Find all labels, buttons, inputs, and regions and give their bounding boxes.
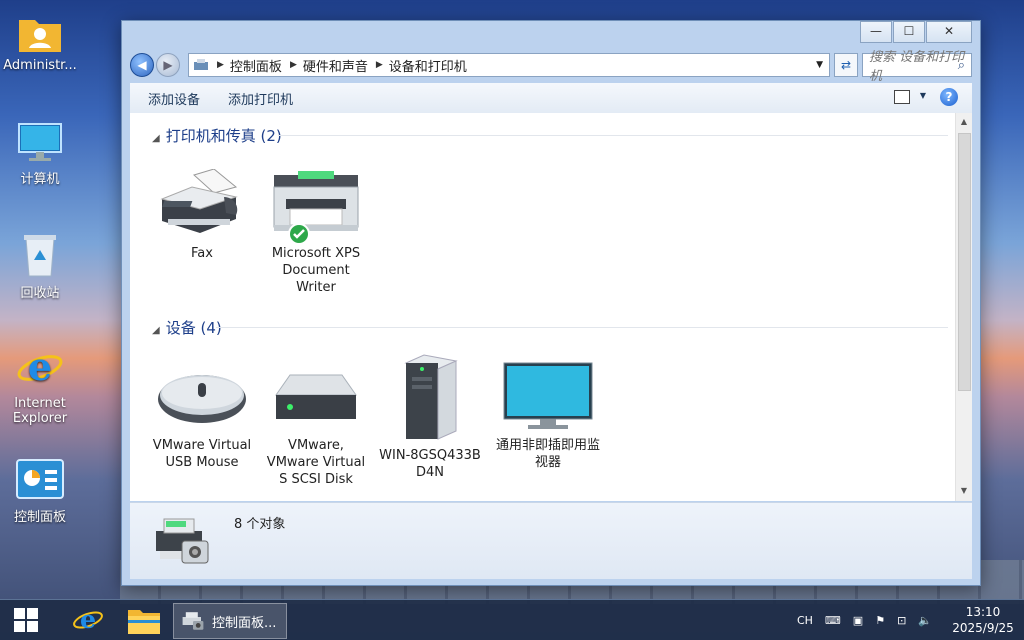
devices-printers-window: — ☐ ✕ ◀ ▶ ▶ 控制面板 ▶ 硬件和声音 ▶ 设备和打印机 ▼ ⇄ 搜索… [121, 20, 981, 586]
refresh-button[interactable]: ⇄ [834, 53, 858, 77]
breadcrumb-separator-icon: ▶ [375, 60, 383, 70]
network-icon[interactable]: ⊡ [897, 614, 906, 627]
control-panel-icon [16, 459, 64, 499]
scroll-down-icon[interactable]: ▼ [956, 486, 972, 495]
control-panel-small-icon [194, 59, 208, 70]
desktop-icon-computer[interactable]: 计算机 [0, 122, 80, 187]
devices-printers-small-icon [182, 612, 204, 630]
printer-icon [273, 171, 359, 231]
caption-buttons: — ☐ ✕ [859, 21, 972, 43]
action-center-flag-icon[interactable]: ⚑ [875, 614, 885, 627]
group-divider [278, 135, 948, 136]
windows-logo-icon [14, 608, 38, 632]
recycle-bin-icon [24, 235, 56, 277]
internet-explorer-icon: e [17, 344, 63, 389]
address-dropdown-icon[interactable]: ▼ [816, 60, 823, 70]
add-device-button[interactable]: 添加设备 [148, 89, 200, 108]
clock-time: 13:10 [965, 605, 1001, 619]
device-item-label: VMware Virtual USB Mouse [152, 438, 252, 470]
device-item-scsi-disk[interactable]: VMware, VMware Virtual S SCSI Disk [264, 361, 368, 488]
breadcrumb-separator-icon: ▶ [289, 60, 297, 70]
address-bar[interactable]: ▶ 控制面板 ▶ 硬件和声音 ▶ 设备和打印机 ▼ [188, 53, 830, 77]
group-divider [216, 327, 948, 328]
tower-computer-icon [404, 354, 458, 440]
group-header-printers[interactable]: ◢ 打印机和传真 (2) [152, 125, 282, 146]
default-check-icon [288, 223, 310, 245]
taskbar-ie-button[interactable]: e [62, 600, 114, 640]
group-title: 设备 (4) [165, 319, 222, 337]
add-printer-button[interactable]: 添加打印机 [228, 89, 293, 108]
breadcrumb-hardware-sound[interactable]: 硬件和声音 [303, 56, 368, 75]
keyboard-icon[interactable]: ⌨ [825, 614, 841, 627]
start-button[interactable] [0, 600, 52, 640]
vertical-scrollbar[interactable]: ▲ ▼ [955, 113, 972, 501]
device-item-label: 通用非即插即用监视器 [496, 438, 601, 470]
forward-button[interactable]: ▶ [156, 53, 180, 77]
taskbar-explorer-button[interactable] [118, 600, 170, 640]
taskbar-task-control-panel[interactable]: 控制面板... [173, 603, 287, 639]
language-indicator[interactable]: CH [797, 614, 813, 627]
system-tray: CH ⌨ ▣ ⚑ ⊡ 🔈 13:10 2025/9/25 [791, 600, 1024, 640]
vmware-tools-icon[interactable]: ▣ [853, 614, 863, 627]
internet-explorer-icon: e [73, 604, 103, 634]
object-count: 8 个对象 [234, 517, 286, 532]
collapse-chevron-icon[interactable]: ◢ [152, 133, 160, 144]
device-item-xps-writer[interactable]: Microsoft XPS Document Writer [264, 169, 368, 296]
scroll-up-icon[interactable]: ▲ [956, 117, 972, 126]
devices-content-pane: ◢ 打印机和传真 (2) Fax Microsoft XPS Document … [130, 113, 972, 501]
device-item-label: WIN-8GSQ433B D4N [379, 448, 481, 480]
clock[interactable]: 13:10 2025/9/25 [942, 604, 1024, 636]
device-item-label: VMware, VMware Virtual S SCSI Disk [266, 438, 366, 487]
back-button[interactable]: ◀ [130, 53, 154, 77]
volume-icon[interactable]: 🔈 [918, 614, 932, 627]
user-folder-icon [19, 20, 61, 52]
fax-icon [160, 168, 238, 233]
desktop-icon-label: Internet Explorer [12, 396, 68, 426]
minimize-button[interactable]: — [860, 21, 892, 43]
search-icon[interactable]: ⌕ [958, 58, 965, 73]
svg-text:e: e [80, 604, 96, 634]
desktop-icon-label: 控制面板 [13, 510, 66, 525]
view-dropdown-icon[interactable]: ▼ [920, 91, 926, 100]
mouse-icon [158, 375, 246, 423]
search-placeholder: 搜索 设备和打印机 [869, 50, 965, 84]
close-button[interactable]: ✕ [926, 21, 972, 43]
folder-icon [128, 610, 160, 634]
desktop-icon-label: Administr... [3, 58, 77, 73]
device-item-fax[interactable]: Fax [150, 168, 254, 262]
desktop-icon-ie[interactable]: e Internet Explorer [0, 344, 80, 426]
breadcrumb-devices-printers[interactable]: 设备和打印机 [389, 56, 467, 75]
group-header-devices[interactable]: ◢ 设备 (4) [152, 317, 222, 338]
desktop-icon-administrator[interactable]: Administr... [0, 14, 80, 73]
svg-text:e: e [28, 344, 52, 389]
search-input[interactable]: 搜索 设备和打印机 ⌕ [862, 50, 972, 84]
breadcrumb-control-panel[interactable]: 控制面板 [230, 56, 282, 75]
change-view-icon[interactable] [894, 90, 910, 104]
help-button[interactable]: ? [940, 88, 958, 106]
taskbar-task-label: 控制面板... [212, 615, 277, 631]
desktop-icon-control-panel[interactable]: 控制面板 [0, 458, 80, 525]
hard-disk-icon [275, 374, 357, 419]
desktop-icon-label: 计算机 [20, 172, 60, 187]
command-bar: 添加设备 添加打印机 ▼ ? [130, 83, 972, 114]
breadcrumb-separator-icon: ▶ [217, 60, 224, 70]
details-pane: 8 个对象 [130, 502, 972, 579]
monitor-icon [503, 362, 593, 429]
maximize-button[interactable]: ☐ [893, 21, 925, 43]
devices-printers-icon [156, 518, 209, 564]
collapse-chevron-icon[interactable]: ◢ [152, 325, 160, 336]
desktop-icon-label: 回收站 [20, 286, 60, 301]
clock-date: 2025/9/25 [952, 621, 1014, 635]
device-item-label: Fax [191, 246, 213, 261]
device-item-label: Microsoft XPS Document Writer [271, 246, 361, 295]
desktop-icon-recycle-bin[interactable]: 回收站 [0, 232, 80, 301]
device-item-computer[interactable]: WIN-8GSQ433B D4N [378, 353, 482, 481]
device-item-monitor[interactable]: 通用非即插即用监视器 [496, 361, 600, 471]
device-item-mouse[interactable]: VMware Virtual USB Mouse [150, 361, 254, 471]
taskbar: e 控制面板... CH ⌨ ▣ ⚑ ⊡ 🔈 13:10 2025/9/25 [0, 599, 1024, 640]
scroll-thumb[interactable] [958, 133, 971, 391]
address-row: ◀ ▶ ▶ 控制面板 ▶ 硬件和声音 ▶ 设备和打印机 ▼ ⇄ 搜索 设备和打印… [130, 50, 972, 84]
computer-icon [18, 123, 62, 161]
group-title: 打印机和传真 (2) [165, 127, 282, 145]
